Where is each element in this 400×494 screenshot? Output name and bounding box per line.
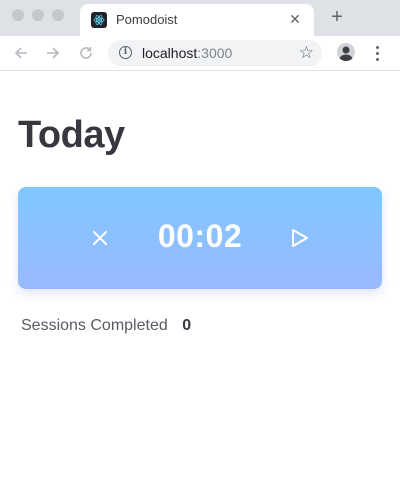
browser-toolbar: i localhost:3000 ☆ [0,36,400,71]
star-icon[interactable]: ☆ [299,43,314,63]
tab-title: Pomodoist [116,12,178,27]
play-icon [292,229,308,247]
avatar[interactable] [337,43,355,61]
maximize-window-button[interactable] [52,9,64,21]
timer-display: 00:02 [157,218,243,254]
window-controls [12,9,64,21]
sessions-count: 0 [182,317,192,334]
close-window-button[interactable] [12,9,24,21]
sessions-summary: Sessions Completed 0 [21,317,191,335]
plus-icon[interactable]: + [326,6,348,28]
react-logo-icon [91,12,107,28]
minimize-window-button[interactable] [32,9,44,21]
play-button[interactable] [286,224,314,252]
kebab-menu-icon[interactable] [370,43,384,63]
close-icon[interactable]: ✕ [286,10,304,28]
info-icon[interactable]: i [119,46,132,59]
page-title: Today [18,114,125,156]
browser-tab-bar: Pomodoist ✕ + [0,0,400,36]
reload-icon[interactable] [75,42,97,64]
url-text: localhost:3000 [142,45,233,61]
address-bar[interactable]: i localhost:3000 ☆ [108,40,322,66]
timer-card: 00:02 [18,187,382,289]
arrow-left-icon[interactable] [10,42,32,64]
sessions-label: Sessions Completed [21,317,168,334]
browser-tab[interactable]: Pomodoist ✕ [80,4,314,36]
arrow-right-icon[interactable] [42,42,64,64]
